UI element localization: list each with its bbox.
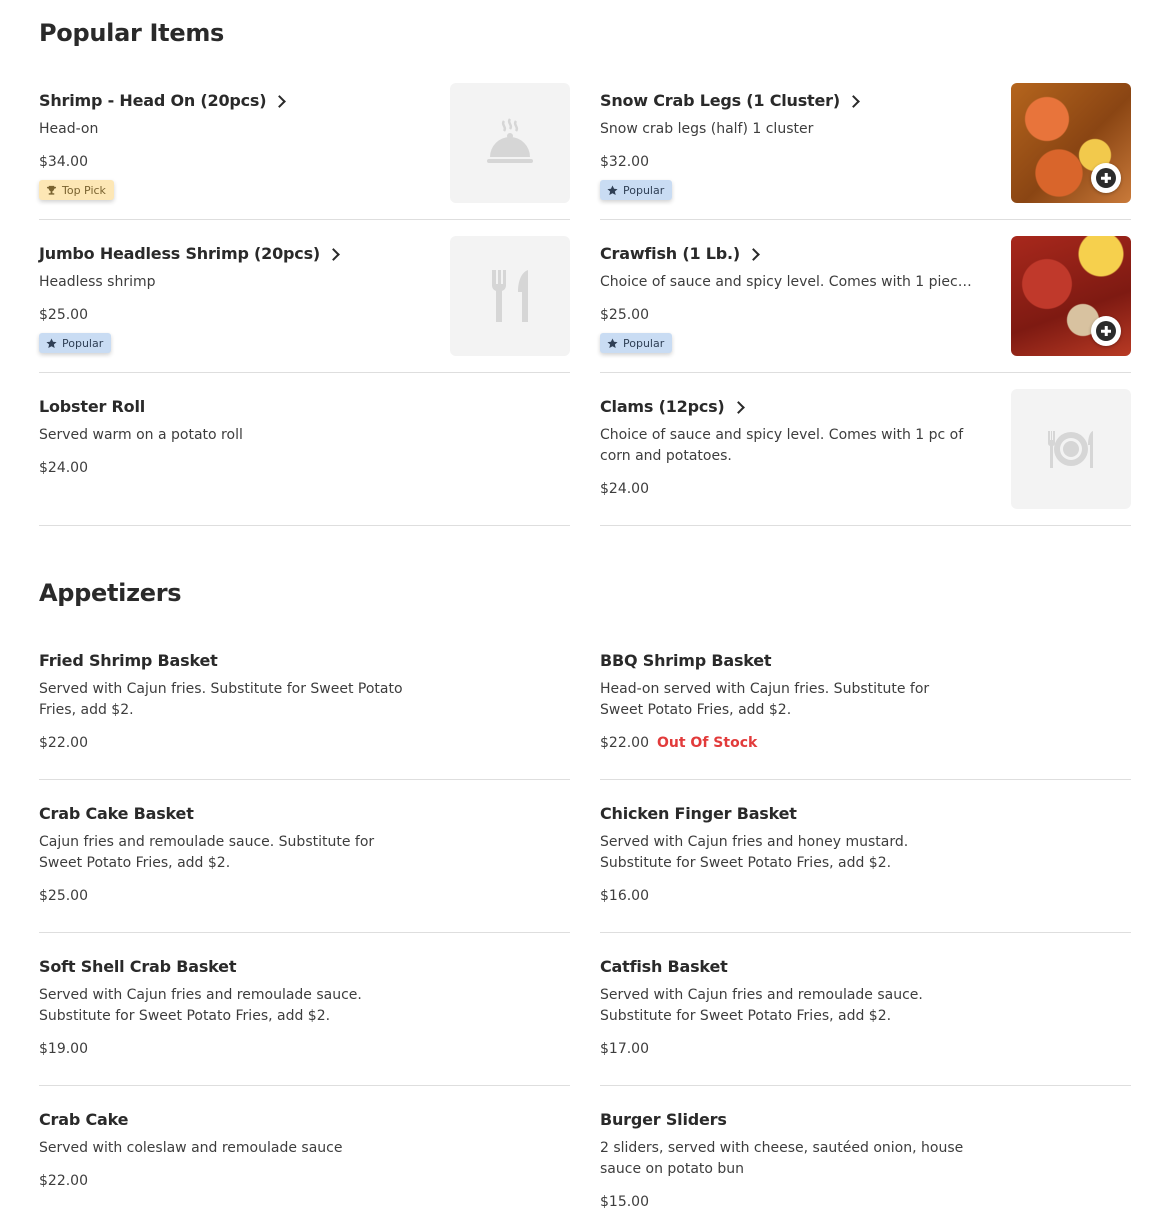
menu-item-burger-sliders[interactable]: Burger Sliders 2 sliders, served with ch…: [600, 1102, 1131, 1228]
popular-badge: Popular: [600, 333, 673, 353]
star-icon: [46, 337, 57, 348]
out-of-stock-label: Out Of Stock: [657, 735, 758, 751]
menu-item-crawfish[interactable]: Crawfish (1 Lb.) Choice of sauce and spi…: [600, 236, 1131, 373]
item-description: Headless shrimp: [39, 274, 156, 290]
item-name: Crab Cake Basket: [39, 804, 194, 823]
item-description: Cajun fries and remoulade sauce. Substit…: [39, 834, 375, 871]
item-price: $22.00: [600, 735, 649, 751]
plus-icon: [1096, 321, 1116, 341]
item-description: Served with coleslaw and remoulade sauce: [39, 1140, 343, 1156]
dish-placeholder-icon: [450, 83, 570, 203]
plus-icon: [1096, 168, 1116, 188]
item-description: Served with Cajun fries. Substitute for …: [39, 681, 403, 718]
item-description: Head-on served with Cajun fries. Substit…: [600, 681, 930, 718]
item-image-placeholder[interactable]: [450, 83, 570, 203]
crawfish-photo[interactable]: [1011, 236, 1131, 356]
menu-item-chicken-finger-basket[interactable]: Chicken Finger Basket Served with Cajun …: [600, 796, 1131, 933]
item-price: $24.00: [600, 481, 649, 497]
chevron-right-icon: [273, 94, 287, 108]
item-name: Lobster Roll: [39, 397, 146, 416]
item-name: Shrimp - Head On (20pcs): [39, 91, 267, 110]
item-image-placeholder[interactable]: [450, 236, 570, 356]
menu-item-fried-shrimp-basket[interactable]: Fried Shrimp Basket Served with Cajun fr…: [39, 643, 570, 780]
menu-item-crab-cake-basket[interactable]: Crab Cake Basket Cajun fries and remoula…: [39, 796, 570, 933]
item-description: Served with Cajun fries and honey mustar…: [600, 834, 909, 871]
menu-item-catfish-basket[interactable]: Catfish Basket Served with Cajun fries a…: [600, 949, 1131, 1086]
item-price: $16.00: [600, 888, 649, 904]
popular-badge: Popular: [600, 180, 673, 200]
crab-photo[interactable]: [1011, 83, 1131, 203]
item-price: $25.00: [39, 307, 88, 323]
item-price: $22.00: [39, 735, 88, 751]
chevron-right-icon: [327, 247, 340, 261]
item-description: Served warm on a potato roll: [39, 427, 243, 443]
item-price: $25.00: [600, 307, 649, 323]
add-to-cart-button[interactable]: [1091, 163, 1121, 193]
item-name: Chicken Finger Basket: [600, 804, 797, 823]
trophy-icon: [46, 185, 57, 195]
menu-item-clams[interactable]: Clams (12pcs) Choice of sauce and spicy …: [600, 389, 1131, 526]
chevron-right-icon: [847, 94, 860, 108]
item-description: Choice of sauce and spicy level. Comes w…: [600, 427, 964, 464]
item-price: $22.00: [39, 1173, 88, 1189]
star-icon: [607, 184, 618, 195]
plate-placeholder-icon: [1011, 389, 1131, 509]
item-image-placeholder[interactable]: [1011, 389, 1131, 509]
chevron-right-icon: [731, 400, 745, 414]
item-description: 2 sliders, served with cheese, sautéed o…: [600, 1140, 964, 1177]
item-price: $32.00: [600, 154, 649, 170]
utensils-placeholder-icon: [450, 236, 570, 356]
item-price-row: $22.00 Out Of Stock: [600, 735, 757, 751]
item-name: BBQ Shrimp Basket: [600, 651, 772, 670]
item-description: Snow crab legs (half) 1 cluster: [600, 121, 814, 137]
chevron-right-icon: [747, 247, 760, 261]
item-description: Served with Cajun fries and remoulade sa…: [39, 987, 362, 1024]
item-name: Jumbo Headless Shrimp (20pcs): [39, 244, 321, 263]
item-description: Served with Cajun fries and remoulade sa…: [600, 987, 923, 1024]
item-price: $19.00: [39, 1041, 88, 1057]
item-name: Crab Cake: [39, 1110, 129, 1129]
item-description: Choice of sauce and spicy level. Comes w…: [600, 274, 972, 290]
menu-item-jumbo-headless-shrimp[interactable]: Jumbo Headless Shrimp (20pcs) Headless s…: [39, 236, 570, 373]
item-price: $34.00: [39, 154, 88, 170]
top-pick-badge: Top Pick: [39, 180, 114, 200]
item-name: Snow Crab Legs (1 Cluster): [600, 91, 840, 110]
item-description: Head-on: [39, 121, 99, 137]
item-name: Catfish Basket: [600, 957, 728, 976]
item-price: $24.00: [39, 460, 88, 476]
item-name: Clams (12pcs): [600, 397, 725, 416]
item-name: Fried Shrimp Basket: [39, 651, 218, 670]
item-name: Burger Sliders: [600, 1110, 727, 1129]
menu-item-bbq-shrimp-basket[interactable]: BBQ Shrimp Basket Head-on served with Ca…: [600, 643, 1131, 780]
menu-item-crab-cake[interactable]: Crab Cake Served with coleslaw and remou…: [39, 1102, 570, 1228]
menu-item-shrimp-head-on[interactable]: Shrimp - Head On (20pcs) Head-on $34.00 …: [39, 83, 570, 220]
section-title-appetizers: Appetizers: [39, 579, 182, 607]
item-price: $15.00: [600, 1194, 649, 1210]
menu-item-lobster-roll[interactable]: Lobster Roll Served warm on a potato rol…: [39, 389, 570, 526]
menu-item-soft-shell-crab-basket[interactable]: Soft Shell Crab Basket Served with Cajun…: [39, 949, 570, 1086]
star-icon: [607, 337, 618, 348]
item-price: $17.00: [600, 1041, 649, 1057]
menu-item-snow-crab-legs[interactable]: Snow Crab Legs (1 Cluster) Snow crab leg…: [600, 83, 1131, 220]
add-to-cart-button[interactable]: [1091, 316, 1121, 346]
item-name: Soft Shell Crab Basket: [39, 957, 237, 976]
popular-badge: Popular: [39, 333, 112, 353]
section-title-popular: Popular Items: [39, 19, 225, 47]
item-price: $25.00: [39, 888, 88, 904]
item-name: Crawfish (1 Lb.): [600, 244, 740, 263]
